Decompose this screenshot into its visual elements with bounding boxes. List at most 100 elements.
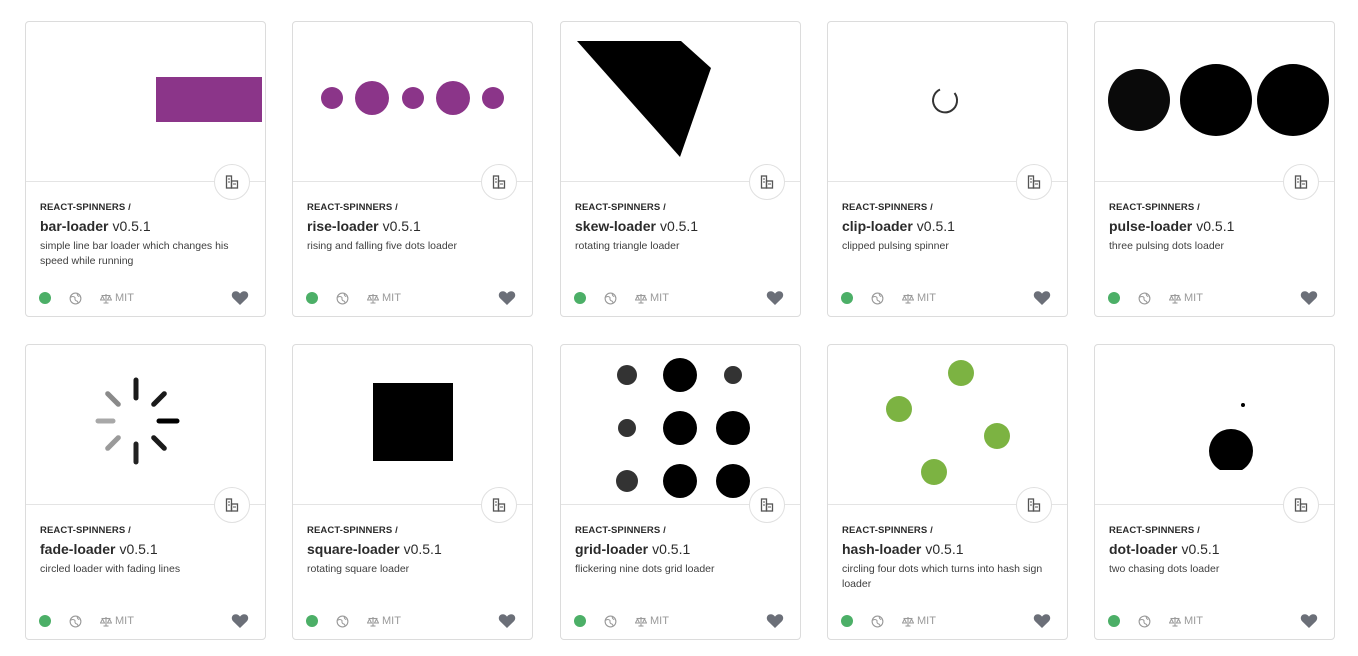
favorite-button[interactable] [766,290,784,306]
package-title[interactable]: bar-loader v0.5.1 [40,217,253,235]
heart-icon [1300,614,1318,628]
component-card[interactable]: REACT-SPINNERS / hash-loader v0.5.1 circl… [827,344,1068,640]
package-title[interactable]: rise-loader v0.5.1 [307,217,520,235]
license-text: MIT [650,615,669,627]
package-name[interactable]: dot-loader [1109,541,1177,557]
package-name[interactable]: bar-loader [40,218,108,234]
package-description: rotating square loader [307,563,410,575]
license-text: MIT [917,292,936,304]
package-description: rotating triangle loader [575,240,680,252]
license-label: MIT [1169,292,1203,304]
package-title[interactable]: square-loader v0.5.1 [307,540,520,558]
component-card[interactable]: REACT-SPINNERS / clip-loader v0.5.1 clipp… [827,21,1068,317]
component-card[interactable]: REACT-SPINNERS / grid-loader v0.5.1 flick… [560,344,801,640]
license-text: MIT [1184,615,1203,627]
scale-icon [100,616,112,627]
package-version: v0.5.1 [119,541,158,557]
license-text: MIT [382,292,401,304]
license-text: MIT [1184,292,1203,304]
bundle-size-button[interactable] [1016,164,1052,200]
favorite-button[interactable] [231,290,249,306]
bundle-size-icon [492,498,506,512]
package-title[interactable]: pulse-loader v0.5.1 [1109,217,1322,235]
package-version: v0.5.1 [659,218,699,234]
package-description: three pulsing dots loader [1109,240,1224,252]
status-indicator [841,615,853,627]
package-name[interactable]: fade-loader [40,541,115,557]
scale-icon [635,616,647,627]
component-card[interactable]: REACT-SPINNERS / square-loader v0.5.1 rot… [292,344,533,640]
fade-loader-preview [95,377,180,465]
package-title[interactable]: grid-loader v0.5.1 [575,540,788,558]
bundle-size-icon [1027,175,1041,189]
bundle-size-button[interactable] [749,487,785,523]
package-version: v0.5.1 [1181,541,1220,557]
license-label: MIT [902,292,936,304]
favorite-button[interactable] [1300,613,1318,629]
bundle-size-button[interactable] [481,164,517,200]
package-title[interactable]: clip-loader v0.5.1 [842,217,1055,235]
package-name[interactable]: grid-loader [575,541,648,557]
favorite-button[interactable] [1033,613,1051,629]
heart-icon [766,291,784,305]
bundle-size-button[interactable] [749,164,785,200]
package-version: v0.5.1 [382,218,421,234]
package-description: circled loader with fading lines [40,563,181,575]
loader-preview [26,22,265,182]
package-name[interactable]: rise-loader [307,218,379,234]
package-name[interactable]: hash-loader [842,541,921,557]
package-version: v0.5.1 [112,218,151,234]
favorite-button[interactable] [1033,290,1051,306]
package-name[interactable]: pulse-loader [1109,218,1192,234]
status-indicator [841,292,853,304]
scale-icon [367,616,379,627]
favorite-button[interactable] [1300,290,1318,306]
status-indicator [1108,292,1120,304]
package-scope: REACT-SPINNERS / [307,202,398,213]
component-card[interactable]: REACT-SPINNERS / dot-loader v0.5.1 two ch… [1094,344,1335,640]
status-indicator [306,292,318,304]
globe-icon [871,292,884,305]
package-description: two chasing dots loader [1109,563,1220,575]
grid-loader-preview [616,358,750,498]
license-text: MIT [115,615,134,627]
bundle-size-button[interactable] [481,487,517,523]
component-card[interactable]: REACT-SPINNERS / skew-loader v0.5.1 rotat… [560,21,801,317]
favorite-button[interactable] [498,613,516,629]
favorite-button[interactable] [766,613,784,629]
bundle-size-button[interactable] [1283,487,1319,523]
scale-icon [100,293,112,304]
component-card[interactable]: REACT-SPINNERS / bar-loader v0.5.1 simple… [25,21,266,317]
package-title[interactable]: skew-loader v0.5.1 [575,217,788,235]
package-version: v0.5.1 [925,541,964,557]
license-label: MIT [367,292,401,304]
favorite-button[interactable] [498,290,516,306]
dot-loader-preview [1209,403,1253,470]
component-card[interactable]: REACT-SPINNERS / fade-loader v0.5.1 circl… [25,344,266,640]
package-scope: REACT-SPINNERS / [40,202,131,213]
bundle-size-button[interactable] [1016,487,1052,523]
favorite-button[interactable] [231,613,249,629]
bar-loader-preview [156,77,262,122]
package-name[interactable]: clip-loader [842,218,913,234]
license-label: MIT [635,292,669,304]
bundle-size-icon [760,498,774,512]
package-title[interactable]: hash-loader v0.5.1 [842,540,1055,558]
package-name[interactable]: skew-loader [575,218,656,234]
scale-icon [902,616,914,627]
package-scope: REACT-SPINNERS / [575,202,666,213]
package-title[interactable]: dot-loader v0.5.1 [1109,540,1322,558]
package-name[interactable]: square-loader [307,541,400,557]
clip-loader-preview [932,88,959,114]
bundle-size-icon [1027,498,1041,512]
bundle-size-button[interactable] [214,487,250,523]
bundle-size-button[interactable] [214,164,250,200]
loader-preview [26,345,265,505]
rise-loader-preview [321,81,504,115]
component-card[interactable]: REACT-SPINNERS / pulse-loader v0.5.1 thre… [1094,21,1335,317]
package-description: clipped pulsing spinner [842,240,949,252]
bundle-size-button[interactable] [1283,164,1319,200]
package-title[interactable]: fade-loader v0.5.1 [40,540,253,558]
package-version: v0.5.1 [1196,218,1235,234]
component-card[interactable]: REACT-SPINNERS / rise-loader v0.5.1 risin… [292,21,533,317]
